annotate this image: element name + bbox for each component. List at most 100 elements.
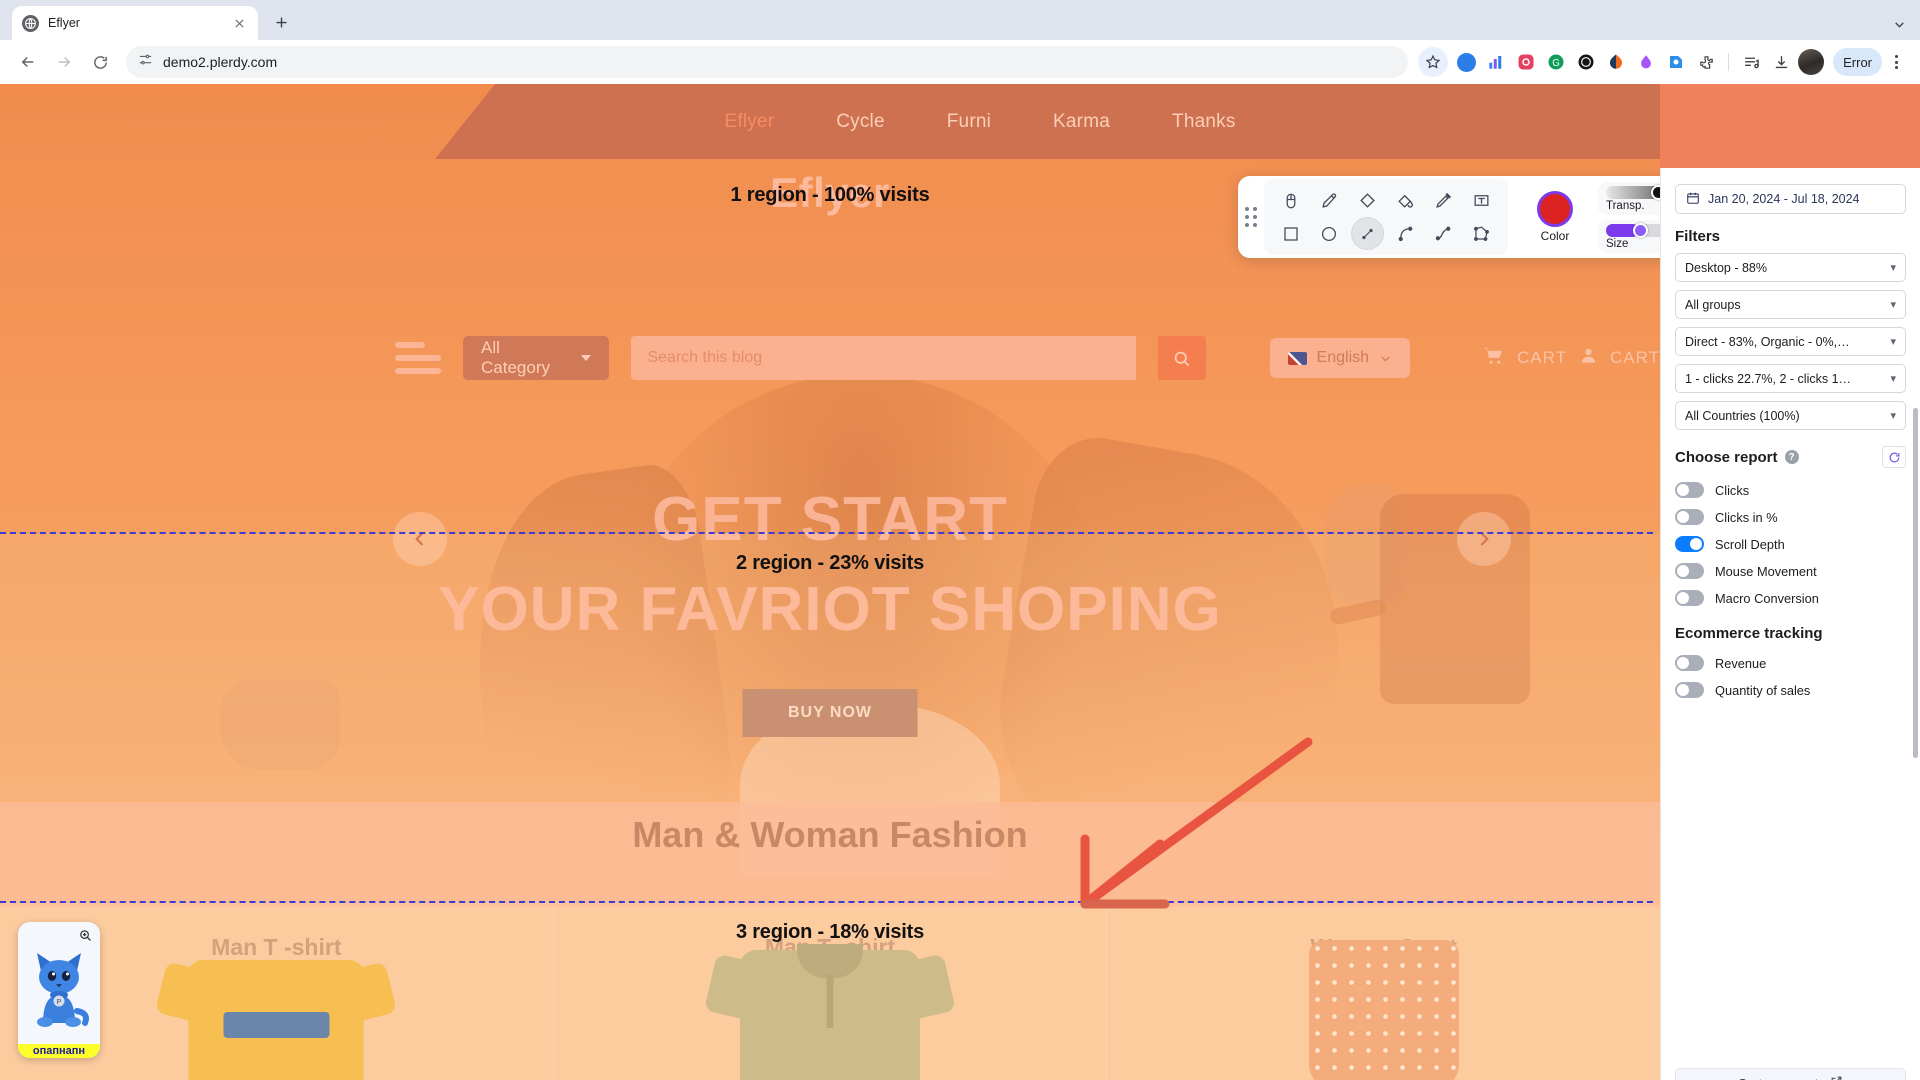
omnibox-toolbar: demo2.plerdy.com G Error — [0, 40, 1920, 84]
buy-now-button[interactable]: BUY NOW — [742, 689, 918, 737]
clicks-filter[interactable]: 1 - clicks 22.7%, 2 - clicks 1… ▾ — [1675, 364, 1906, 393]
forward-button[interactable] — [48, 46, 80, 78]
nav-link-furni[interactable]: Furni — [947, 111, 991, 133]
report-label: Scroll Depth — [1715, 536, 1785, 552]
drag-grip-icon[interactable] — [1238, 176, 1264, 258]
report-toggle-clicks[interactable]: Clicks — [1675, 477, 1906, 503]
extension-icon-6[interactable] — [1602, 48, 1630, 76]
toggle-switch[interactable] — [1675, 482, 1704, 498]
site-settings-icon[interactable] — [138, 52, 153, 72]
error-label: Error — [1843, 54, 1872, 70]
uk-flag-icon — [1287, 351, 1307, 365]
reading-list-icon[interactable] — [1737, 48, 1765, 76]
toggle-switch[interactable] — [1675, 590, 1704, 606]
arc-curve-icon[interactable] — [1389, 217, 1422, 250]
extension-icon-2[interactable] — [1482, 48, 1510, 76]
extension-icon-1[interactable] — [1452, 48, 1480, 76]
toggle-switch[interactable] — [1675, 536, 1704, 552]
text-box-icon[interactable] — [1465, 184, 1498, 217]
category-dropdown[interactable]: All Category — [463, 336, 610, 380]
user-icon[interactable] — [1579, 346, 1598, 370]
choose-report-header: Choose report ? — [1675, 446, 1906, 468]
reload-button[interactable] — [84, 46, 116, 78]
error-indicator[interactable]: Error — [1833, 48, 1882, 76]
color-label: Color — [1540, 229, 1570, 243]
puzzle-icon[interactable] — [1692, 48, 1720, 76]
browser-tab[interactable]: Eflyer — [12, 6, 258, 40]
back-button[interactable] — [12, 46, 44, 78]
star-icon[interactable] — [1418, 47, 1449, 77]
line-icon[interactable] — [1350, 217, 1384, 250]
report-toggle-clicks-percent[interactable]: Clicks in % — [1675, 504, 1906, 530]
nav-link-karma[interactable]: Karma — [1053, 111, 1110, 133]
go-to-account-button[interactable]: Go to account — [1675, 1068, 1906, 1080]
eyedropper-icon[interactable] — [1427, 184, 1460, 217]
square-icon[interactable] — [1275, 217, 1308, 250]
report-toggle-macro-conversion[interactable]: Macro Conversion — [1675, 585, 1906, 611]
extension-icon-5[interactable] — [1572, 48, 1600, 76]
tabstrip-chevron-icon[interactable] — [1893, 18, 1920, 40]
nav-link-cycle[interactable]: Cycle — [836, 111, 885, 133]
report-toggle-scroll-depth[interactable]: Scroll Depth — [1675, 531, 1906, 557]
chevron-down-icon: ▾ — [1890, 299, 1896, 311]
eraser-icon[interactable] — [1351, 184, 1384, 217]
pencil-icon[interactable] — [1313, 184, 1346, 217]
panel-scrollbar[interactable] — [1913, 408, 1918, 758]
product-image — [740, 944, 920, 1080]
new-tab-button[interactable] — [266, 7, 296, 37]
external-link-icon — [1830, 1075, 1843, 1080]
extension-icon-8[interactable] — [1662, 48, 1690, 76]
chevron-down-icon — [581, 355, 592, 361]
nav-link-eflyer[interactable]: Eflyer — [724, 111, 774, 133]
date-range-value: Jan 20, 2024 - Jul 18, 2024 — [1708, 192, 1860, 206]
groups-filter[interactable]: All groups ▾ — [1675, 290, 1906, 319]
avatar[interactable] — [1797, 48, 1825, 76]
toggle-switch[interactable] — [1675, 563, 1704, 579]
search-icon[interactable] — [1158, 336, 1206, 380]
question-mark-icon[interactable]: ? — [1784, 450, 1799, 464]
color-picker[interactable]: Color — [1514, 191, 1596, 243]
site-search-row: All Category Search this blog English CA… — [0, 332, 1660, 384]
chevron-down-icon: ▾ — [1890, 262, 1896, 274]
scroll-depth-label-2: 2 region - 23% visits — [735, 552, 925, 574]
language-selector[interactable]: English — [1269, 338, 1411, 378]
paint-bucket-icon[interactable] — [1389, 184, 1422, 217]
kebab-menu-icon[interactable] — [1884, 55, 1908, 69]
channel-filter[interactable]: Direct - 83%, Organic - 0%,… ▾ — [1675, 327, 1906, 356]
ecommerce-toggle-quantity[interactable]: Quantity of sales — [1675, 677, 1906, 703]
date-range-picker[interactable]: Jan 20, 2024 - Jul 18, 2024 — [1675, 184, 1906, 214]
toggle-switch[interactable] — [1675, 655, 1704, 671]
extension-icon-3[interactable] — [1512, 48, 1540, 76]
extension-icon-4[interactable]: G — [1542, 48, 1570, 76]
account-label[interactable]: CART — [1610, 348, 1660, 368]
site-navigation: Eflyer Cycle Furni Karma Thanks — [0, 84, 1660, 159]
ecommerce-toggle-revenue[interactable]: Revenue — [1675, 650, 1906, 676]
refresh-icon[interactable] — [1882, 446, 1906, 468]
groups-filter-value: All groups — [1685, 297, 1741, 312]
globe-icon — [22, 14, 39, 32]
extension-icon-7[interactable] — [1632, 48, 1660, 76]
bezier-curve-icon[interactable] — [1427, 217, 1460, 250]
toggle-switch[interactable] — [1675, 509, 1704, 525]
address-bar[interactable]: demo2.plerdy.com — [126, 46, 1409, 78]
report-label: Mouse Movement — [1715, 563, 1817, 579]
polygon-icon[interactable] — [1465, 217, 1498, 250]
color-swatch[interactable] — [1537, 191, 1573, 227]
download-icon[interactable] — [1767, 48, 1795, 76]
country-filter[interactable]: All Countries (100%) ▾ — [1675, 401, 1906, 430]
search-input[interactable]: Search this blog — [631, 336, 1137, 380]
cat-preview-widget[interactable]: P опапнапн — [18, 922, 100, 1058]
nav-link-thanks[interactable]: Thanks — [1172, 111, 1236, 133]
close-icon[interactable] — [230, 14, 248, 32]
toggle-switch[interactable] — [1675, 682, 1704, 698]
report-toggle-mouse-movement[interactable]: Mouse Movement — [1675, 558, 1906, 584]
shopping-cart-icon[interactable] — [1482, 344, 1505, 372]
tab-title: Eflyer — [48, 16, 80, 30]
cart-label[interactable]: CART — [1517, 348, 1567, 368]
device-filter[interactable]: Desktop - 88% ▾ — [1675, 253, 1906, 282]
cart-group: CART CART — [1482, 344, 1660, 372]
hamburger-menu-icon[interactable] — [395, 342, 441, 374]
mouse-icon[interactable] — [1275, 184, 1308, 217]
ecommerce-title: Ecommerce tracking — [1675, 625, 1823, 642]
circle-icon[interactable] — [1313, 217, 1346, 250]
